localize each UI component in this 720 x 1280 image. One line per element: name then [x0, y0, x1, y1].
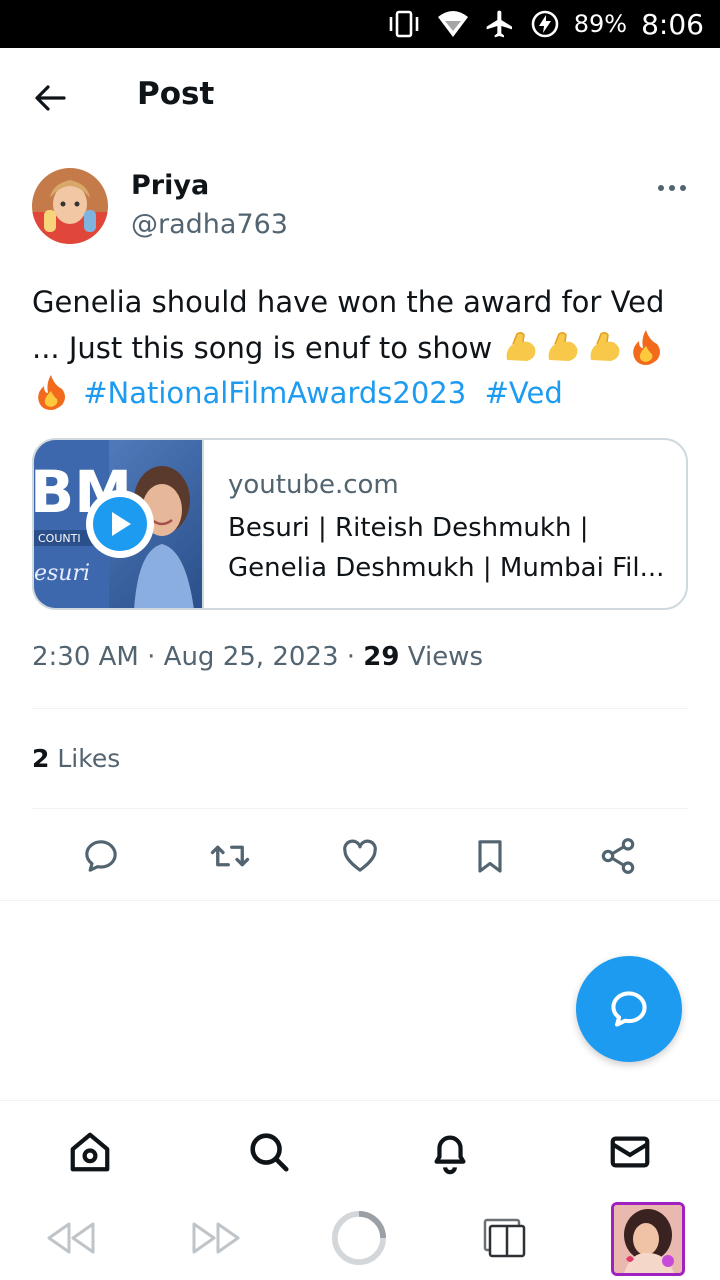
more-dot	[669, 185, 675, 191]
retweet-icon	[210, 845, 250, 867]
author-handle[interactable]: @radha763	[131, 209, 288, 240]
airplane-icon	[486, 10, 512, 38]
divider	[0, 900, 720, 901]
card-domain: youtube.com	[228, 470, 399, 500]
fast-forward-icon	[192, 1222, 240, 1254]
battery-percentage: 89%	[573, 10, 628, 38]
rewind-button[interactable]	[43, 1210, 99, 1266]
share-icon	[601, 838, 635, 874]
tabs-button[interactable]	[476, 1210, 532, 1266]
divider	[32, 708, 688, 709]
hashtag-link[interactable]: #Ved	[485, 376, 563, 410]
views-label: Views	[407, 642, 483, 672]
author-avatar[interactable]	[32, 168, 108, 244]
post-time: 2:30 AM	[32, 642, 139, 672]
home-icon	[70, 1132, 110, 1172]
post-meta: 2:30 AM · Aug 25, 2023 · 29 Views	[32, 642, 483, 672]
battery-charging-icon	[531, 10, 559, 38]
likes-count: 2	[32, 744, 50, 773]
likes-summary[interactable]: 2 Likes	[32, 744, 120, 773]
post-header: Post	[0, 48, 720, 146]
heart-icon	[343, 839, 377, 872]
flexed-biceps-emoji-icon	[549, 331, 578, 361]
divider	[32, 808, 688, 809]
status-clock: 8:06	[641, 7, 704, 41]
profile-thumbnail[interactable]	[611, 1202, 685, 1276]
play-icon	[93, 497, 147, 551]
flexed-biceps-emoji-icon	[591, 331, 620, 361]
views-count: 29	[363, 642, 400, 672]
bookmark-button[interactable]	[468, 834, 512, 878]
post-text: Genelia should have won the award for Ve…	[32, 280, 692, 417]
flexed-biceps-emoji-icon	[507, 331, 536, 361]
card-title: Besuri | Riteish Deshmukh | Genelia Desh…	[228, 513, 665, 583]
play-button[interactable]	[86, 490, 154, 558]
reply-bubble-icon	[611, 991, 647, 1027]
svg-text:esuri: esuri	[34, 561, 90, 586]
like-button[interactable]	[338, 834, 382, 878]
reply-button[interactable]	[79, 834, 123, 878]
video-thumbnail[interactable]: BM COUNTI esuri	[34, 440, 204, 608]
page-title: Post	[137, 76, 215, 112]
svg-text:COUNTI: COUNTI	[38, 532, 81, 545]
author-name[interactable]: Priya	[131, 170, 209, 201]
more-dot	[680, 185, 686, 191]
fire-emoji-icon	[633, 329, 661, 365]
bell-icon	[434, 1135, 466, 1175]
share-button[interactable]	[596, 834, 640, 878]
fast-forward-button[interactable]	[188, 1210, 244, 1266]
fire-emoji-icon	[38, 375, 65, 410]
reply-icon	[85, 840, 117, 872]
nav-notifications[interactable]	[426, 1128, 474, 1176]
bookmark-icon	[478, 840, 502, 873]
likes-label: Likes	[57, 744, 121, 773]
status-bar: 89% 8:06	[0, 0, 720, 48]
hashtag-link[interactable]: #NationalFilmAwards2023	[83, 376, 466, 410]
nav-messages[interactable]	[606, 1128, 654, 1176]
vibrate-icon	[389, 10, 419, 38]
link-preview-card[interactable]: BM COUNTI esuri youtube.com Besuri | Rit…	[32, 438, 688, 610]
back-button[interactable]	[28, 78, 72, 118]
nav-home[interactable]	[66, 1128, 114, 1176]
retweet-button[interactable]	[208, 834, 252, 878]
tabs-icon	[483, 1218, 526, 1258]
divider	[0, 1100, 720, 1101]
more-dots-icon	[658, 185, 664, 191]
more-options-button[interactable]	[652, 176, 692, 200]
compose-reply-button[interactable]	[576, 956, 682, 1062]
rewind-icon	[47, 1222, 95, 1254]
wifi-icon	[437, 11, 468, 37]
search-icon	[250, 1133, 289, 1172]
loading-ring-icon	[331, 1210, 387, 1266]
post-date: Aug 25, 2023	[163, 642, 339, 672]
back-arrow-icon	[35, 85, 66, 111]
loading-button[interactable]	[331, 1210, 387, 1266]
mail-icon	[610, 1136, 650, 1168]
nav-search[interactable]	[245, 1128, 293, 1176]
